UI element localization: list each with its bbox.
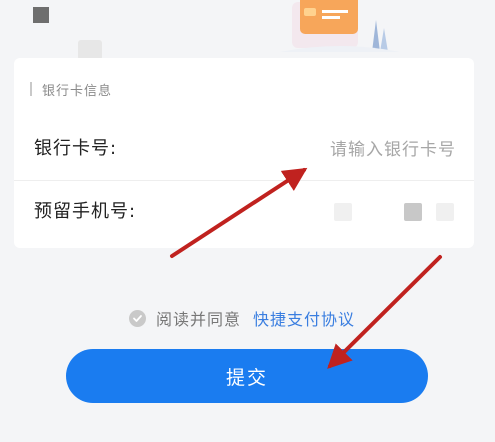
phone-label: 预留手机号: xyxy=(34,201,137,222)
redacted-block xyxy=(334,203,352,221)
phone-row: 预留手机号: xyxy=(14,181,474,243)
back-icon[interactable] xyxy=(33,7,49,23)
bank-card-illustration xyxy=(280,0,400,52)
header-banner xyxy=(0,0,495,62)
quick-pay-agreement-link[interactable]: 快捷支付协议 xyxy=(253,306,355,330)
checkmark-icon xyxy=(133,314,142,322)
card-number-label: 银行卡号: xyxy=(34,138,118,159)
redacted-block xyxy=(436,203,454,221)
agreement-row: 阅读并同意 快捷支付协议 xyxy=(129,307,355,329)
card-number-row: 银行卡号: xyxy=(14,118,474,181)
decorative-shape xyxy=(78,40,102,60)
section-marker xyxy=(30,82,32,96)
section-title: 银行卡信息 xyxy=(42,83,113,99)
section-header: 银行卡信息 xyxy=(30,80,113,99)
agreement-text: 阅读并同意 xyxy=(156,310,242,329)
bank-card-info-card: 银行卡信息 银行卡号: 预留手机号: xyxy=(14,58,474,248)
redacted-block xyxy=(404,203,422,221)
check-circle-icon[interactable] xyxy=(129,309,146,327)
submit-button[interactable]: 提交 xyxy=(66,349,428,403)
phone-input-field[interactable] xyxy=(334,197,454,227)
card-number-input[interactable] xyxy=(194,132,458,168)
